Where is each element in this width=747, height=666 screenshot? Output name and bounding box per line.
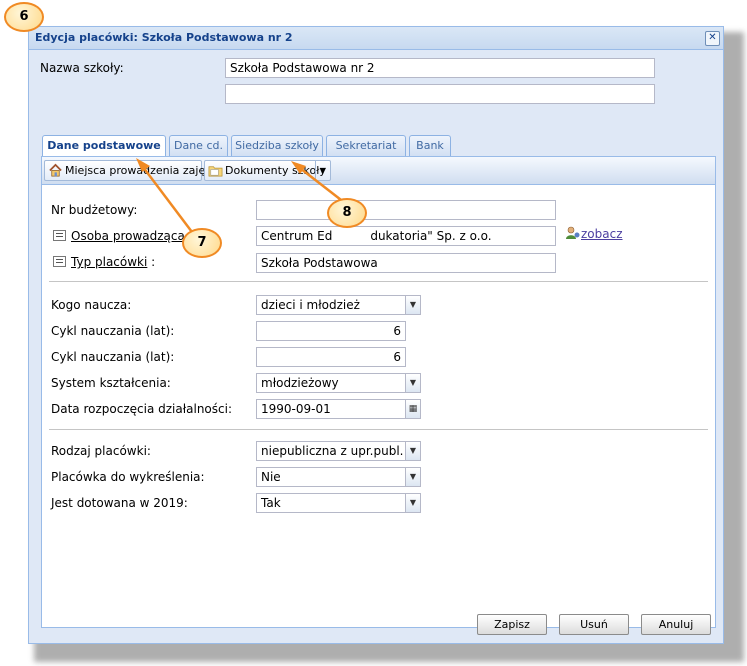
subsidy-label: Jest dotowana w 2019:	[51, 496, 188, 510]
calendar-icon[interactable]: ▦	[405, 399, 421, 419]
cycle-label-1: Cykl nauczania (lat):	[51, 324, 175, 338]
dialog-footer: Zapisz Usuń Anuluj	[29, 603, 723, 643]
chevron-down-icon[interactable]: ▼	[405, 441, 421, 461]
dialog-titlebar[interactable]: Edycja placówki: Szkoła Podstawowa nr 2 …	[29, 27, 723, 50]
delete-flag-select[interactable]: Nie ▼	[256, 467, 421, 487]
home-icon	[49, 163, 62, 177]
type-label-wrap: Typ placówki :	[71, 255, 155, 269]
dropdown-arrow-icon[interactable]: ▼	[315, 161, 330, 180]
operator-value-start: Centrum Ed	[261, 229, 333, 243]
tab-panel: Miejsca prowadzenia zajęć Dokumenty szko…	[41, 156, 716, 628]
delete-button[interactable]: Usuń	[559, 614, 629, 635]
chevron-down-icon[interactable]: ▼	[405, 493, 421, 513]
budget-number-label: Nr budżetowy:	[51, 203, 138, 217]
kind-select[interactable]: niepubliczna z upr.publ. ▼	[256, 441, 421, 461]
chevron-down-icon[interactable]: ▼	[405, 295, 421, 315]
list-icon[interactable]	[53, 230, 66, 241]
documents-button[interactable]: Dokumenty szkoły ▼	[204, 160, 331, 181]
tab-dane-cd[interactable]: Dane cd.	[169, 135, 228, 156]
annotation-badge-6: 6	[4, 2, 44, 32]
panel-toolbar: Miejsca prowadzenia zajęć Dokumenty szko…	[42, 157, 715, 185]
dialog-body: Nazwa szkoły: Szkoła Podstawowa nr 2 Dan…	[34, 55, 718, 628]
delete-flag-value: Nie	[261, 470, 281, 484]
tab-bank[interactable]: Bank	[409, 135, 451, 156]
operator-value-end: dukatoria" Sp. z o.o.	[370, 229, 492, 243]
chevron-down-icon[interactable]: ▼	[405, 467, 421, 487]
tab-sekretariat[interactable]: Sekretariat	[326, 135, 406, 156]
list-icon-2[interactable]	[53, 256, 66, 267]
dialog-title: Edycja placówki: Szkoła Podstawowa nr 2	[35, 31, 293, 44]
places-button-label: Miejsca prowadzenia zajęć	[65, 164, 212, 177]
annotation-badge-8: 8	[327, 198, 367, 228]
teaches-label: Kogo naucza:	[51, 298, 132, 312]
save-button[interactable]: Zapisz	[477, 614, 547, 635]
kind-value: niepubliczna z upr.publ.	[261, 444, 404, 458]
cancel-button[interactable]: Anuluj	[641, 614, 711, 635]
annotation-badge-7: 7	[182, 228, 222, 258]
delete-flag-label: Placówka do wykreślenia:	[51, 470, 205, 484]
subsidy-select[interactable]: Tak ▼	[256, 493, 421, 513]
divider	[49, 281, 708, 282]
divider-2	[49, 429, 708, 430]
cycle-label-2: Cykl nauczania (lat):	[51, 350, 175, 364]
cycle-input-2[interactable]: 6	[256, 347, 406, 367]
teaches-value: dzieci i młodzież	[261, 298, 360, 312]
school-name-input-2[interactable]	[225, 84, 655, 104]
places-button[interactable]: Miejsca prowadzenia zajęć	[44, 160, 211, 181]
tab-siedziba-szkoly[interactable]: Siedziba szkoły	[231, 135, 323, 156]
documents-button-label: Dokumenty szkoły	[225, 164, 326, 177]
school-name-input[interactable]: Szkoła Podstawowa nr 2	[225, 58, 655, 78]
system-value: młodzieżowy	[261, 376, 339, 390]
school-name-label: Nazwa szkoły:	[40, 61, 124, 75]
start-date-label: Data rozpoczęcia działalności:	[51, 402, 232, 416]
teaches-select[interactable]: dzieci i młodzież ▼	[256, 295, 421, 315]
operator-input[interactable]: Centrum Ed dukatoria" Sp. z o.o.	[256, 226, 556, 246]
system-select[interactable]: młodzieżowy ▼	[256, 373, 421, 393]
tab-dane-podstawowe[interactable]: Dane podstawowe	[42, 135, 166, 158]
start-date-field[interactable]: 1990-09-01 ▦	[256, 399, 421, 419]
user-icon	[566, 226, 580, 239]
type-input[interactable]: Szkoła Podstawowa	[256, 253, 556, 273]
operator-link[interactable]: Osoba prowadząca :	[71, 229, 193, 243]
type-link[interactable]: Typ placówki	[71, 255, 147, 269]
cycle-input-1[interactable]: 6	[256, 321, 406, 341]
edit-dialog: Edycja placówki: Szkoła Podstawowa nr 2 …	[28, 26, 724, 644]
folder-icon	[208, 166, 223, 177]
type-suffix: :	[147, 255, 156, 269]
kind-label: Rodzaj placówki:	[51, 444, 151, 458]
budget-number-input[interactable]	[256, 200, 556, 220]
view-link[interactable]: zobacz	[581, 227, 623, 241]
system-label: System kształcenia:	[51, 376, 171, 390]
close-icon[interactable]: ✕	[705, 31, 720, 46]
start-date-value: 1990-09-01	[261, 402, 331, 416]
chevron-down-icon[interactable]: ▼	[405, 373, 421, 393]
subsidy-value: Tak	[261, 496, 281, 510]
